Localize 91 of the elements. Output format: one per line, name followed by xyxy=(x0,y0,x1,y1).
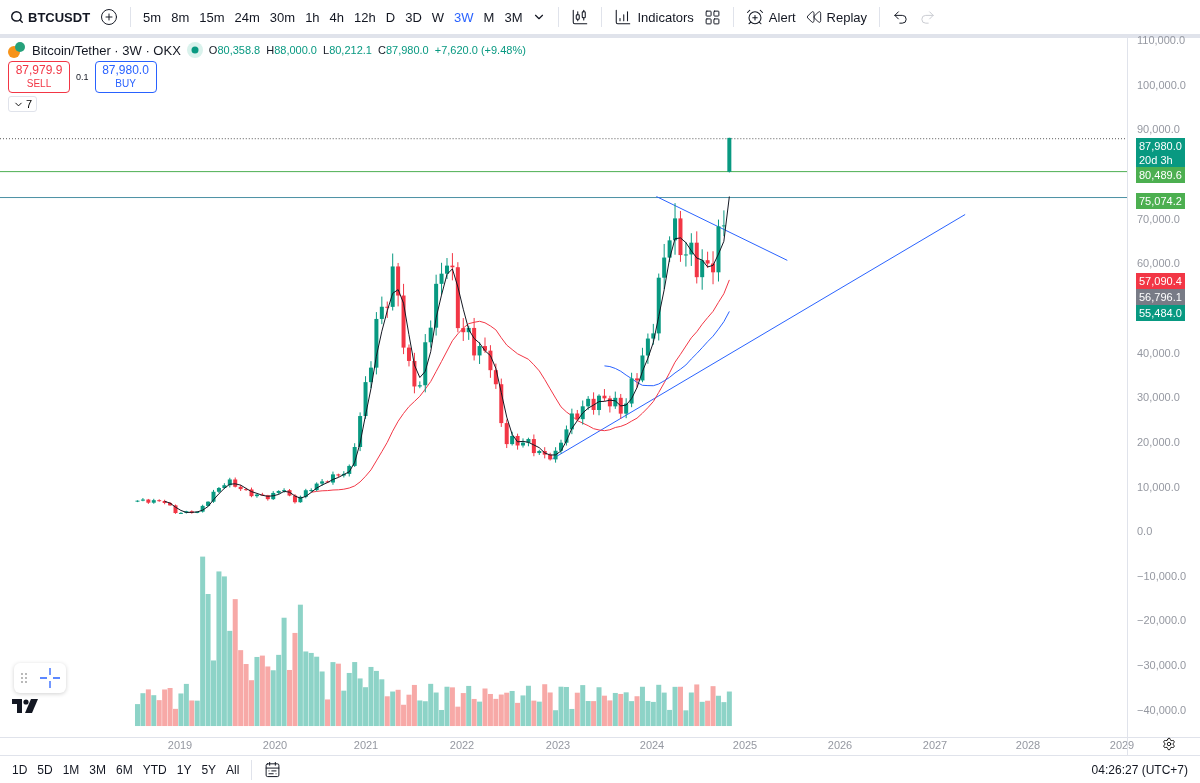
price-tick: 70,000.0 xyxy=(1137,212,1180,225)
candle xyxy=(727,137,732,173)
interval-button[interactable]: 4h xyxy=(325,4,349,30)
range-button[interactable]: All xyxy=(222,758,244,781)
interval-button[interactable]: 12h xyxy=(350,4,380,30)
year-label: 2022 xyxy=(449,739,475,751)
year-label: 2029 xyxy=(1109,739,1135,751)
price-tick: −10,000.0 xyxy=(1137,569,1187,582)
year-label: 2027 xyxy=(922,739,948,751)
settings-button[interactable] xyxy=(1162,737,1176,751)
price-tag: 55,484.0 xyxy=(1136,305,1185,321)
range-button[interactable]: YTD xyxy=(138,758,171,781)
price-tick: 90,000.0 xyxy=(1137,123,1180,136)
rewind-icon xyxy=(805,9,822,25)
year-label: 2020 xyxy=(262,739,288,751)
symbol-search[interactable]: BTCUSDT xyxy=(6,4,95,30)
price-tick: 110,000.0 xyxy=(1137,34,1186,46)
price-tick: 10,000.0 xyxy=(1137,480,1180,493)
redo-icon xyxy=(919,8,937,26)
interval-button[interactable]: 15m xyxy=(195,4,229,30)
interval-button[interactable]: 30m xyxy=(265,4,300,30)
range-button[interactable]: 3M xyxy=(85,758,111,781)
price-tick: 60,000.0 xyxy=(1137,257,1180,270)
indicators-toggle[interactable]: 7 xyxy=(8,96,38,112)
price-tick: −20,000.0 xyxy=(1137,614,1187,627)
coin-icon xyxy=(8,42,26,58)
price-tag: 87,980.0 20d 3h xyxy=(1136,138,1185,168)
year-label: 2024 xyxy=(639,739,665,751)
interval-button[interactable]: 1h xyxy=(301,4,324,30)
range-button[interactable]: 6M xyxy=(112,758,137,781)
ohlc-value: L80,212.1 xyxy=(323,44,372,56)
logo-icon xyxy=(12,699,38,713)
range-button[interactable]: 1M xyxy=(58,758,84,781)
range-button[interactable]: 5Y xyxy=(197,758,221,781)
candles-icon xyxy=(571,8,590,26)
price-tag: 75,074.2 xyxy=(1136,193,1185,209)
interval-button[interactable]: D xyxy=(381,4,400,30)
search-icon xyxy=(10,10,24,24)
crosshair-icon xyxy=(39,668,60,688)
price-tick: 30,000.0 xyxy=(1137,391,1180,404)
year-label: 2023 xyxy=(545,739,571,751)
interval-button[interactable]: 8m xyxy=(167,4,194,30)
chart-title: Bitcoin/Tether · 3W · OKX xyxy=(32,42,181,58)
range-button[interactable]: 1Y xyxy=(172,758,196,781)
grid-icon xyxy=(703,8,721,26)
interval-button[interactable]: 3D xyxy=(401,4,426,30)
interval-button[interactable]: 3W xyxy=(450,4,478,30)
price-tag: 80,489.6 xyxy=(1136,167,1185,183)
alert-button[interactable]: Alert xyxy=(741,4,800,30)
trend-line[interactable] xyxy=(552,214,966,460)
buy-button[interactable]: 87,980.0 BUY xyxy=(94,61,157,93)
spread-value: 0.1 xyxy=(76,72,89,82)
interval-button[interactable]: 24m xyxy=(230,4,264,30)
bar-chart-icon xyxy=(614,8,633,26)
interval-button[interactable]: M xyxy=(479,4,499,30)
undo-icon xyxy=(892,8,910,26)
year-label: 2026 xyxy=(827,739,853,751)
price-tick: 40,000.0 xyxy=(1137,346,1180,359)
year-label: 2025 xyxy=(732,739,758,751)
plus-circle-icon xyxy=(100,8,119,26)
price-line[interactable] xyxy=(0,197,1127,199)
range-button[interactable]: 5D xyxy=(33,758,57,781)
price-tick: 0.0 xyxy=(1137,525,1153,538)
price-tick: 20,000.0 xyxy=(1137,435,1180,448)
status-dot-icon xyxy=(186,42,203,58)
price-tick: −40,000.0 xyxy=(1137,703,1187,716)
alarm-clock-icon xyxy=(745,8,764,26)
price-tag: 56,796.1 xyxy=(1136,289,1185,305)
ohlc-value: C87,980.0 xyxy=(377,44,429,56)
indicators-button[interactable]: Indicators xyxy=(610,4,698,30)
interval-button[interactable]: W xyxy=(427,4,449,30)
sell-button[interactable]: 87,979.9 SELL xyxy=(8,61,70,93)
interval-button[interactable]: 5m xyxy=(139,4,166,30)
settings-icon xyxy=(1162,737,1176,751)
clock-text: 04:26:27 (UTC+7) xyxy=(1091,762,1189,777)
replay-button[interactable]: Replay xyxy=(801,4,872,30)
range-button[interactable]: 1D xyxy=(8,758,32,781)
ohlc-value: O80,358.8 xyxy=(208,44,261,56)
ohlc-value: H88,000.0 xyxy=(266,44,317,56)
trend-line[interactable] xyxy=(655,196,788,261)
price-change: +7,620.0 (+9.48%) xyxy=(434,44,526,56)
year-label: 2028 xyxy=(1015,739,1041,751)
interval-button[interactable]: 3M xyxy=(500,4,527,30)
calendar-icon xyxy=(264,761,282,778)
drag-handle-icon xyxy=(20,673,27,683)
crosshair-widget[interactable] xyxy=(14,663,66,693)
price-tick: −30,000.0 xyxy=(1137,659,1187,672)
price-tag: 57,090.4 xyxy=(1136,273,1185,289)
price-tick: 100,000.0 xyxy=(1137,78,1186,91)
year-label: 2021 xyxy=(353,739,379,751)
year-label: 2019 xyxy=(167,739,193,751)
